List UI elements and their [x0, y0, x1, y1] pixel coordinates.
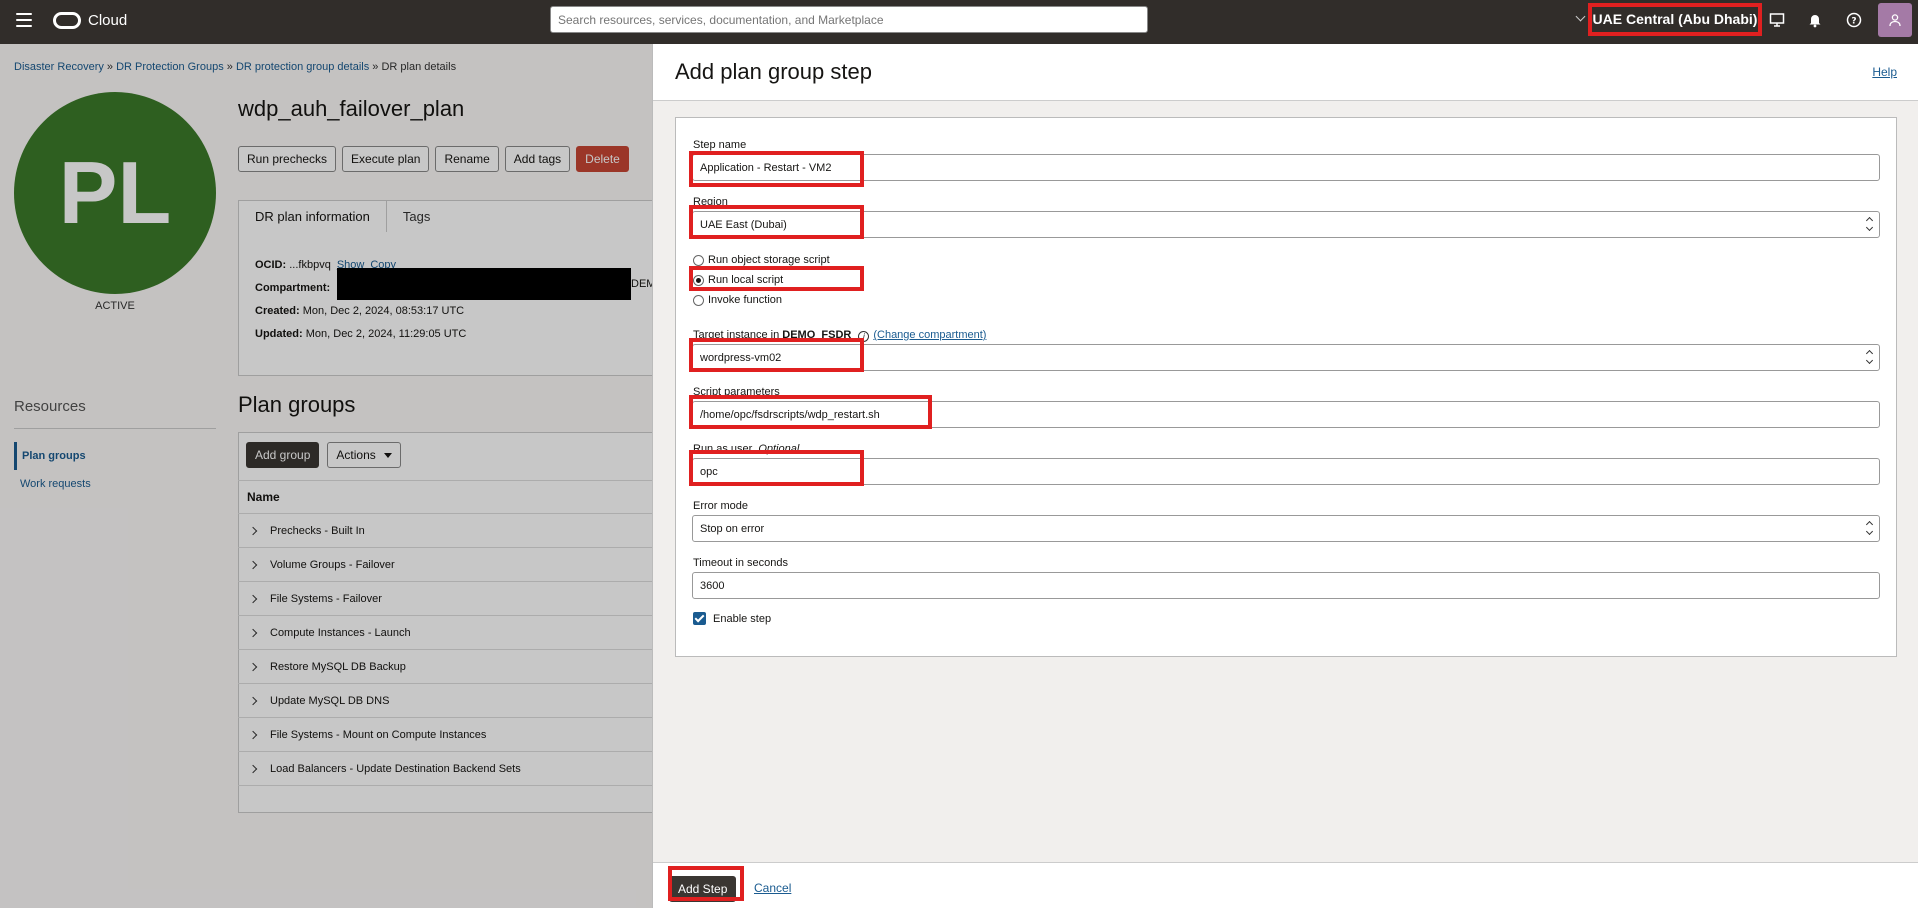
region-label: Region: [693, 196, 728, 208]
target-compartment: DEMO_FSDR: [782, 329, 852, 341]
radio-label: Invoke function: [708, 294, 782, 306]
target-instance-select[interactable]: wordpress-vm02: [692, 344, 1880, 371]
step-name-label: Step name: [693, 139, 747, 151]
drawer-footer: Add Step Cancel: [653, 862, 1918, 908]
error-mode-select[interactable]: Stop on error: [692, 515, 1880, 542]
help-link[interactable]: Help: [1872, 65, 1897, 79]
region-select[interactable]: UAE East (Dubai): [692, 211, 1880, 238]
timeout-label: Timeout in seconds: [693, 557, 788, 569]
error-mode-label: Error mode: [693, 500, 749, 512]
modal-overlay[interactable]: [0, 44, 652, 908]
search-input[interactable]: [550, 6, 1148, 33]
drawer-header: Add plan group step Help: [653, 44, 1918, 101]
step-form: Step name Region UAE East (Dubai) Run ob…: [675, 117, 1897, 657]
svg-text:?: ?: [1851, 17, 1856, 27]
run-as-user-input[interactable]: [692, 458, 1880, 485]
developer-tools-icon[interactable]: [1768, 11, 1786, 29]
help-icon[interactable]: ?: [1845, 11, 1863, 29]
enable-step-checkbox[interactable]: Enable step: [693, 612, 771, 625]
change-compartment-link[interactable]: (Change compartment): [873, 329, 986, 341]
target-instance-value: wordpress-vm02: [700, 351, 782, 364]
enable-step-label: Enable step: [713, 612, 772, 625]
menu-icon[interactable]: [16, 13, 32, 27]
run-as-user-text: Run as user: [693, 443, 753, 455]
target-instance-label: Target instance in DEMO_FSDR i (Change com…: [693, 329, 986, 342]
run-as-user-label: Run as user Optional: [693, 443, 799, 455]
radio-invoke-function[interactable]: Invoke function: [693, 294, 782, 306]
add-plan-group-step-drawer: Add plan group step Help Step name Regio…: [652, 44, 1918, 908]
user-icon: [1889, 14, 1901, 27]
select-arrows-icon: [1866, 522, 1874, 536]
top-bar: Cloud UAE Central (Abu Dhabi) ?: [0, 0, 1918, 44]
script-parameters-input[interactable]: [692, 401, 1880, 428]
target-label-prefix: Target instance in: [693, 329, 780, 341]
select-arrows-icon: [1866, 218, 1874, 232]
script-parameters-label: Script parameters: [693, 386, 780, 398]
add-step-button[interactable]: Add Step: [669, 876, 737, 902]
chevron-down-icon[interactable]: [1575, 11, 1586, 22]
user-avatar[interactable]: [1878, 3, 1912, 37]
error-mode-value: Stop on error: [700, 522, 765, 535]
checkbox-checked-icon[interactable]: [693, 612, 706, 625]
optional-tag: Optional: [758, 443, 800, 455]
radio-run-local-script[interactable]: Run local script: [693, 274, 783, 286]
radio-button-selected[interactable]: [693, 274, 704, 286]
select-arrows-icon: [1866, 351, 1874, 365]
radio-label: Run object storage script: [708, 254, 830, 266]
region-select-value: UAE East (Dubai): [700, 218, 787, 231]
drawer-title: Add plan group step: [675, 59, 872, 84]
radio-button[interactable]: [693, 294, 704, 306]
timeout-input[interactable]: [692, 572, 1880, 599]
radio-run-object-storage-script[interactable]: Run object storage script: [693, 254, 830, 266]
bell-icon[interactable]: [1806, 11, 1824, 29]
brand-name[interactable]: Cloud: [88, 12, 127, 29]
info-icon[interactable]: i: [858, 331, 870, 342]
step-name-input[interactable]: [692, 154, 1880, 181]
radio-label: Run local script: [708, 274, 784, 286]
radio-button[interactable]: [693, 254, 704, 266]
oracle-logo-icon[interactable]: [53, 12, 81, 29]
cancel-link[interactable]: Cancel: [754, 881, 791, 895]
region-selector[interactable]: UAE Central (Abu Dhabi): [1590, 4, 1760, 34]
